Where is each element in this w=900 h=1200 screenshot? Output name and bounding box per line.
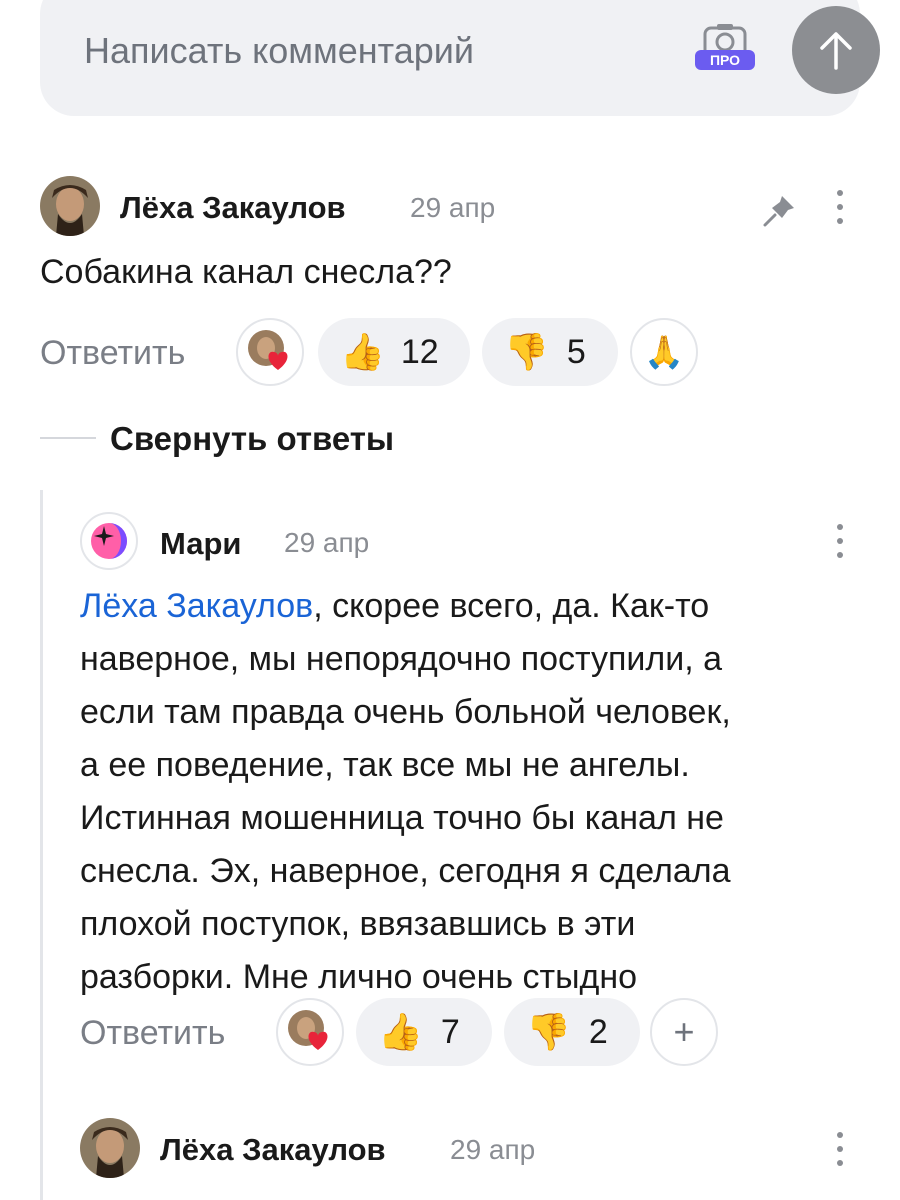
comment-text: Собакина канал снесла?? xyxy=(40,253,452,291)
author-heart-reaction[interactable] xyxy=(276,998,344,1066)
comment-date: 29 апр xyxy=(450,1134,536,1165)
author-heart-icon xyxy=(248,330,288,370)
dislike-button[interactable]: 👎 5 xyxy=(482,318,618,386)
collapse-divider xyxy=(40,437,96,439)
thumbs-down-icon: 👎 xyxy=(526,1011,571,1052)
comment-input[interactable]: Написать комментарий xyxy=(84,30,474,72)
thumbs-up-icon: 👍 xyxy=(378,1011,423,1052)
avatar[interactable] xyxy=(80,1118,140,1178)
pro-badge: ПРО xyxy=(710,52,740,68)
avatar[interactable] xyxy=(80,512,138,570)
dislike-count: 2 xyxy=(588,1012,608,1051)
camera-icon: ПРО xyxy=(695,24,755,70)
collapse-replies-button[interactable]: Свернуть ответы xyxy=(110,420,394,458)
comment-date: 29 апр xyxy=(284,527,370,558)
thumbs-up-icon: 👍 xyxy=(340,331,385,372)
like-count: 12 xyxy=(400,332,439,371)
more-options-icon[interactable] xyxy=(835,190,845,224)
praying-hands-icon: 🙏 xyxy=(644,334,684,370)
reply-button[interactable]: Ответить xyxy=(80,1014,225,1053)
send-button[interactable] xyxy=(792,6,880,94)
like-button[interactable]: 👍 12 xyxy=(318,318,470,386)
arrow-up-icon xyxy=(820,32,852,70)
avatar[interactable] xyxy=(40,176,100,236)
pro-camera-button[interactable]: ПРО xyxy=(692,22,758,72)
thumbs-down-icon: 👎 xyxy=(504,331,549,372)
comment-date: 29 апр xyxy=(410,192,496,223)
pray-reaction[interactable]: 🙏 xyxy=(630,318,698,386)
author-photo xyxy=(80,1118,140,1178)
reply-button[interactable]: Ответить xyxy=(40,334,185,373)
plus-icon: + xyxy=(673,1011,695,1052)
comment-author[interactable]: Мари xyxy=(160,526,241,562)
pin-icon xyxy=(763,196,794,227)
dislike-button[interactable]: 👎 2 xyxy=(504,998,640,1066)
dislike-count: 5 xyxy=(566,332,586,371)
thread-line xyxy=(40,490,43,1200)
add-reaction-button[interactable]: + xyxy=(650,998,718,1066)
like-button[interactable]: 👍 7 xyxy=(356,998,492,1066)
more-options-icon[interactable] xyxy=(835,1132,845,1166)
author-heart-icon xyxy=(288,1010,328,1050)
author-heart-reaction[interactable] xyxy=(236,318,304,386)
more-options-icon[interactable] xyxy=(835,524,845,558)
mention-link[interactable]: Лёха Закаулов xyxy=(80,587,313,625)
comment-composer[interactable]: Написать комментарий ПРО xyxy=(40,0,880,116)
like-count: 7 xyxy=(440,1012,460,1051)
comment-text: Лёха Закаулов, скорее всего, да. Как-то … xyxy=(80,587,731,996)
author-photo xyxy=(40,176,100,236)
comment-author[interactable]: Лёха Закаулов xyxy=(120,190,346,226)
alice-logo-icon xyxy=(91,523,127,559)
comment-author[interactable]: Лёха Закаулов xyxy=(160,1132,386,1168)
